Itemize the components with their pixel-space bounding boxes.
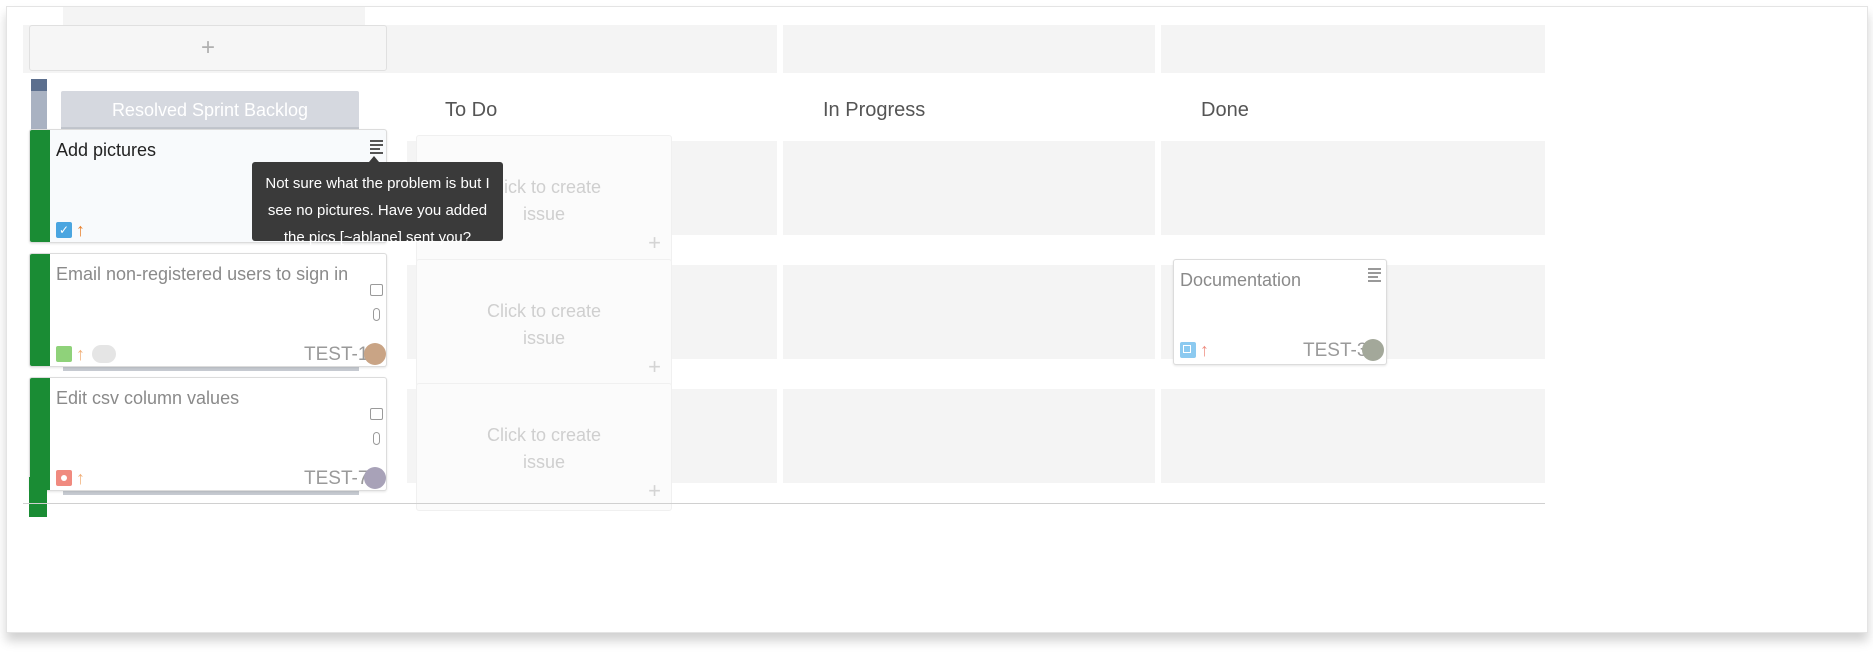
backlog-marker-body xyxy=(31,91,47,133)
issue-key[interactable]: TEST-3 xyxy=(1303,340,1367,362)
create-issue-text: Click to create issue xyxy=(486,425,602,472)
backlog-marker xyxy=(31,79,47,91)
column-title-done: Done xyxy=(1201,99,1249,121)
priority-high-icon: ↑ xyxy=(1200,340,1209,360)
bug-icon xyxy=(56,470,72,486)
plus-icon[interactable]: + xyxy=(648,354,661,380)
board-left-bar xyxy=(29,477,47,517)
comment-icon[interactable] xyxy=(370,284,383,296)
card-accent xyxy=(30,254,50,366)
paperclip-icon[interactable] xyxy=(373,308,380,321)
card-accent xyxy=(30,378,50,490)
column-divider xyxy=(777,25,783,485)
issue-card[interactable]: Edit csv column values ↑ TEST-7 xyxy=(29,377,387,491)
card-stack-edge xyxy=(63,491,359,495)
card-accent xyxy=(30,130,50,242)
create-issue-placeholder[interactable]: Click to create issue + xyxy=(416,259,672,387)
subtask-icon xyxy=(1180,342,1196,358)
card-title: Email non-registered users to sign in xyxy=(56,264,349,284)
description-lines-icon[interactable] xyxy=(1368,268,1381,282)
priority-high-icon: ↑ xyxy=(76,344,85,364)
priority-high-icon: ↑ xyxy=(76,468,85,488)
board-bottom-line xyxy=(23,503,1545,504)
description-tooltip: Not sure what the problem is but I see n… xyxy=(252,162,503,246)
task-icon: ✓ xyxy=(56,222,72,238)
comment-icon[interactable] xyxy=(370,408,383,420)
issue-key[interactable]: TEST-1 xyxy=(304,344,368,366)
issue-card[interactable]: Documentation ↑ TEST-3 xyxy=(1173,259,1387,365)
issue-key[interactable]: TEST-7 xyxy=(304,468,368,490)
card-title: Add pictures xyxy=(56,140,157,160)
assignee-avatar xyxy=(1362,339,1384,361)
column-title-in-progress: In Progress xyxy=(823,99,926,121)
column-divider xyxy=(1155,25,1161,485)
plus-icon[interactable]: + xyxy=(648,478,661,504)
description-lines-icon[interactable] xyxy=(370,140,383,154)
plus-icon[interactable]: + xyxy=(648,230,661,256)
plus-icon: + xyxy=(200,34,215,61)
create-issue-text: Click to create issue xyxy=(486,301,602,348)
board-frame: + Resolved Sprint Backlog To Do In Progr… xyxy=(6,6,1868,633)
priority-high-icon: ↑ xyxy=(76,220,85,240)
top-add-button[interactable]: + xyxy=(29,25,387,71)
card-title: Edit csv column values xyxy=(56,388,240,408)
card-title: Documentation xyxy=(1180,270,1302,290)
backlog-header[interactable]: Resolved Sprint Backlog xyxy=(61,91,359,129)
column-title-todo: To Do xyxy=(445,99,498,121)
card-stack-edge xyxy=(63,367,359,371)
create-issue-placeholder[interactable]: Click to create issue + xyxy=(416,383,672,511)
assignee-avatar xyxy=(364,467,386,489)
issue-card[interactable]: Email non-registered users to sign in ↑ … xyxy=(29,253,387,367)
backlog-title: Resolved Sprint Backlog xyxy=(111,100,309,120)
assignee-avatar xyxy=(364,343,386,365)
story-icon xyxy=(56,346,72,362)
label-pill xyxy=(92,345,116,363)
paperclip-icon[interactable] xyxy=(373,432,380,445)
